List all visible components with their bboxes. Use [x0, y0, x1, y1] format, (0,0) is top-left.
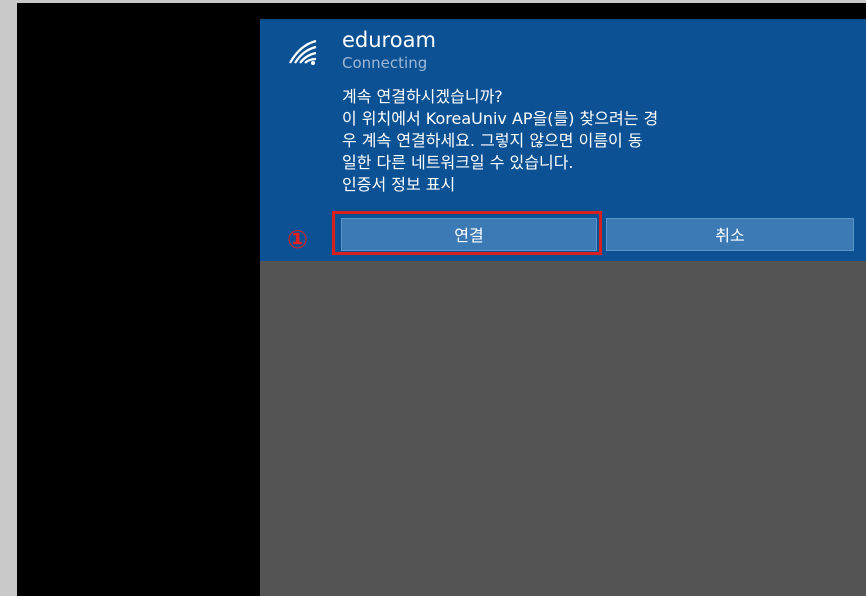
show-certificate-link[interactable]: 인증서 정보 표시 — [342, 174, 852, 196]
highlight-box — [332, 211, 602, 255]
network-panel: eduroam Connecting 계속 연결하시겠습니까? 이 위치에서 K… — [260, 19, 866, 596]
message-question: 계속 연결하시겠습니까? — [342, 87, 503, 106]
network-flyout: eduroam Connecting 계속 연결하시겠습니까? 이 위치에서 K… — [260, 19, 866, 261]
network-name: eduroam — [342, 28, 436, 52]
message-line: 일한 다른 네트워크일 수 있습니다. — [342, 153, 574, 172]
message-line: 우 계속 연결하세요. 그렇지 않으면 이름이 동 — [342, 131, 643, 150]
network-status: Connecting — [342, 54, 428, 72]
cancel-button[interactable]: 취소 — [606, 218, 854, 251]
wifi-icon — [289, 39, 317, 65]
step-number-marker: ① — [287, 225, 309, 254]
message-line: 이 위치에서 KoreaUniv AP을(를) 찾으려는 경 — [342, 109, 659, 128]
connect-prompt-message: 계속 연결하시겠습니까? 이 위치에서 KoreaUniv AP을(를) 찾으려… — [342, 86, 852, 196]
